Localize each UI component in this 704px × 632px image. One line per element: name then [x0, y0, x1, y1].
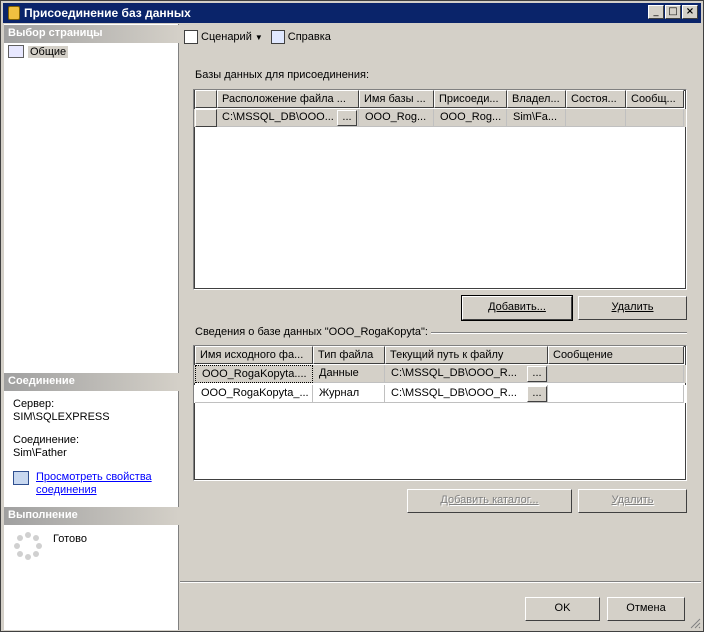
column-header[interactable]: Расположение файла ... — [217, 90, 359, 108]
message-cell — [548, 365, 684, 383]
remove-button[interactable]: Удалить — [578, 296, 687, 320]
help-button[interactable]: Справка — [268, 29, 334, 45]
browse-path-button[interactable]: ... — [527, 386, 547, 402]
connection-label: Соединение: — [13, 434, 80, 446]
db-name-cell[interactable]: OOO_Rog... — [359, 109, 434, 127]
view-connection-properties-link[interactable]: Просмотреть свойства соединения — [36, 471, 152, 497]
toolbar: Сценарий ▼ Справка — [181, 26, 701, 48]
progress-header: Выполнение — [4, 507, 179, 525]
maximize-button[interactable]: □ — [665, 5, 681, 19]
file-name-cell[interactable]: OOO_RogaKopyta.... — [195, 365, 313, 383]
row-header-corner — [195, 90, 217, 108]
script-label: Сценарий — [201, 31, 252, 43]
connection-properties-icon — [13, 471, 29, 485]
column-header[interactable]: Сообщ... — [626, 90, 684, 108]
column-header[interactable]: Тип файла — [313, 346, 385, 364]
script-button[interactable]: Сценарий ▼ — [181, 29, 266, 45]
attach-as-cell[interactable]: OOO_Rog... — [434, 109, 507, 127]
minimize-button[interactable]: _ — [648, 5, 664, 19]
title-bar[interactable]: Присоединение баз данных — [3, 3, 701, 23]
row-selector[interactable] — [195, 109, 217, 127]
column-header[interactable]: Владел... — [507, 90, 566, 108]
add-catalog-button[interactable]: Добавить каталог... — [407, 489, 572, 513]
page-item-label: Общие — [28, 45, 69, 58]
column-header[interactable]: Присоеди... — [434, 90, 507, 108]
footer-divider — [180, 581, 701, 583]
browse-path-button[interactable]: ... — [527, 366, 547, 382]
dialog-window: Присоединение баз данных _ □ × Выбор стр… — [0, 0, 704, 632]
database-icon — [8, 6, 20, 20]
connection-value: Sim\Father — [13, 447, 67, 459]
file-type-cell[interactable]: Журнал — [313, 385, 385, 403]
file-name-cell[interactable]: OOO_RogaKopyta_... — [195, 385, 313, 403]
page-item-general[interactable]: Общие — [8, 45, 69, 58]
resize-grip-icon[interactable] — [689, 617, 701, 629]
help-label: Справка — [287, 31, 331, 43]
owner-cell[interactable]: Sim\Fa... — [507, 109, 566, 127]
message-cell — [548, 385, 684, 403]
server-value: SIM\SQLEXPRESS — [13, 411, 110, 423]
window-title: Присоединение баз данных — [24, 6, 191, 20]
attach-group-label: Базы данных для присоединения: — [195, 69, 370, 81]
browse-location-button[interactable]: ... — [337, 110, 357, 126]
cancel-button[interactable]: Отмена — [607, 597, 685, 621]
table-row[interactable]: C:\MSSQL_DB\OOO... ... OOO_Rog... OOO_Ro… — [194, 109, 686, 127]
file-type-cell[interactable]: Данные — [313, 365, 385, 383]
file-path-cell[interactable]: C:\MSSQL_DB\OOO_R... — [385, 365, 548, 383]
help-icon — [270, 30, 285, 44]
attach-databases-grid[interactable]: Расположение файла ... Имя базы ... Прис… — [193, 89, 687, 290]
message-cell — [626, 109, 684, 127]
table-row[interactable]: OOO_RogaKopyta_... Журнал C:\MSSQL_DB\OO… — [194, 385, 686, 403]
group-divider — [431, 332, 687, 334]
connection-header: Соединение — [4, 373, 179, 391]
table-row[interactable]: OOO_RogaKopyta.... Данные C:\MSSQL_DB\OO… — [194, 365, 686, 383]
column-header[interactable]: Имя базы ... — [359, 90, 434, 108]
column-header[interactable]: Сообщение — [548, 346, 684, 364]
details-group-label: Сведения о базе данных "OOO_RogaKopyta": — [195, 326, 428, 338]
column-header[interactable]: Текущий путь к файлу — [385, 346, 548, 364]
ok-button[interactable]: OK — [525, 597, 600, 621]
column-header[interactable]: Имя исходного фа... — [195, 346, 313, 364]
chevron-down-icon[interactable]: ▼ — [255, 33, 263, 42]
status-cell — [566, 109, 626, 127]
column-header[interactable]: Состоя... — [566, 90, 626, 108]
select-page-header: Выбор страницы — [4, 25, 179, 43]
server-label: Сервер: — [13, 398, 55, 410]
database-details-grid[interactable]: Имя исходного фа... Тип файла Текущий пу… — [193, 345, 687, 481]
file-path-cell[interactable]: C:\MSSQL_DB\OOO_R... — [385, 385, 548, 403]
left-panel: Выбор страницы Общие Соединение Сервер: … — [4, 24, 179, 630]
progress-spinner-icon — [14, 532, 42, 560]
close-button[interactable]: × — [682, 5, 698, 19]
script-icon — [184, 30, 198, 44]
progress-status: Готово — [53, 533, 87, 545]
add-button[interactable]: Добавить... — [461, 295, 573, 321]
remove-file-button[interactable]: Удалить — [578, 489, 687, 513]
page-icon — [8, 45, 24, 58]
